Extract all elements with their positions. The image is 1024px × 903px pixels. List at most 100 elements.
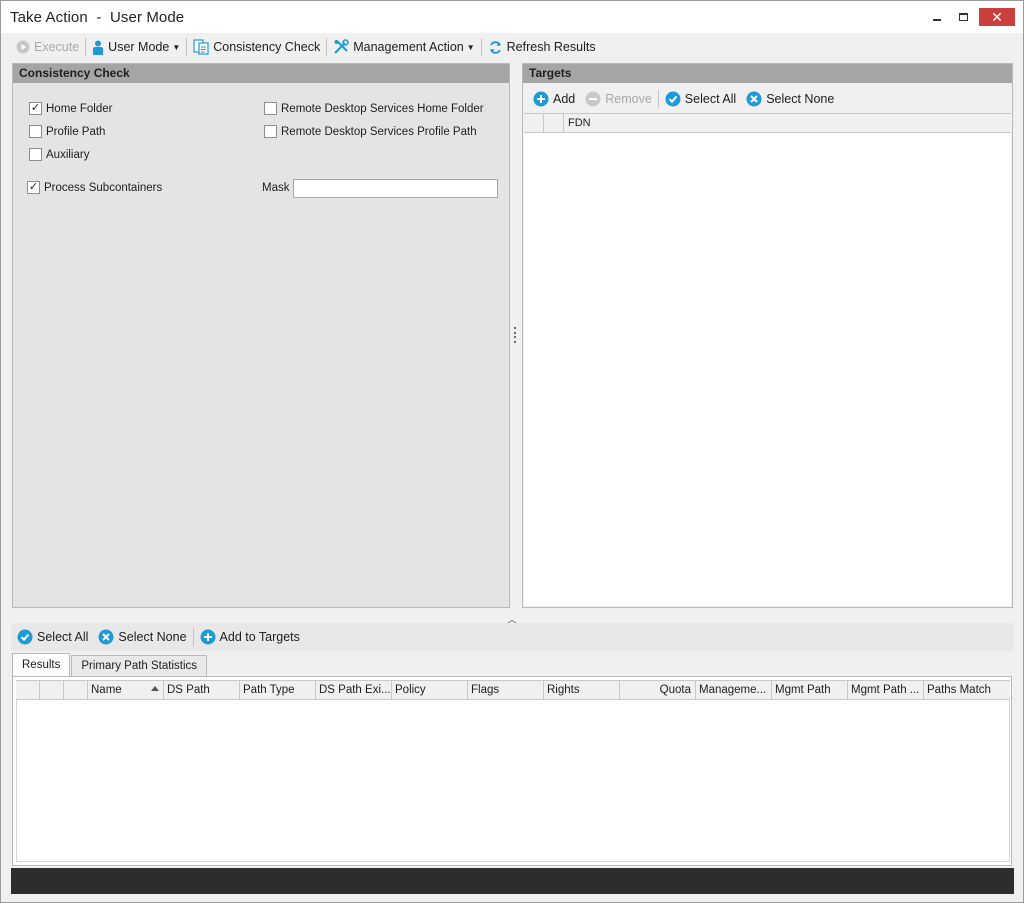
toolbar-separator — [186, 38, 188, 56]
consistency-check-panel: Consistency Check ✓ Home Folder Profile … — [12, 63, 510, 608]
profile-path-option[interactable]: Profile Path — [29, 125, 105, 138]
results-tabs: Results Primary Path Statistics — [12, 653, 208, 677]
mask-label: Mask — [262, 182, 290, 194]
check-circle-icon — [665, 91, 681, 107]
add-target-button[interactable]: Add — [528, 88, 580, 110]
column-header-ds-path[interactable]: DS Path — [164, 681, 240, 699]
toolbar-separator — [192, 628, 194, 646]
management-action-dropdown[interactable]: Management Action ▼ — [328, 36, 479, 58]
select-none-label: Select None — [118, 630, 187, 644]
toolbar-separator — [326, 38, 328, 56]
play-icon — [16, 40, 30, 54]
results-grid: Name DS Path Path Type DS Path Exi... Po… — [12, 676, 1012, 866]
window-title: Take Action - User Mode — [10, 9, 185, 26]
auxiliary-option[interactable]: Auxiliary — [29, 148, 89, 161]
column-header-quota[interactable]: Quota — [620, 681, 696, 699]
minimize-icon — [933, 19, 941, 21]
results-grid-body[interactable] — [16, 700, 1010, 862]
auxiliary-label: Auxiliary — [46, 148, 90, 161]
tab-results[interactable]: Results — [12, 653, 71, 677]
name-header-label: Name — [91, 684, 122, 696]
process-subcontainers-checkbox[interactable]: ✓ — [27, 181, 40, 194]
chevron-down-icon: ▼ — [466, 42, 475, 52]
status-bar — [11, 868, 1014, 894]
add-to-targets-button[interactable]: Add to Targets — [195, 626, 305, 648]
targets-header: Targets — [523, 64, 1012, 83]
user-mode-dropdown[interactable]: User Mode ▼ — [87, 36, 185, 58]
consistency-check-label: Consistency Check — [213, 40, 321, 54]
targets-select-all-button[interactable]: Select All — [660, 88, 741, 110]
status-column[interactable] — [64, 681, 88, 699]
refresh-results-button[interactable]: Refresh Results — [483, 36, 601, 58]
maximize-button[interactable] — [953, 7, 973, 27]
profile-path-label: Profile Path — [46, 125, 106, 138]
management-action-label: Management Action — [353, 40, 464, 54]
targets-select-none-button[interactable]: Select None — [741, 88, 839, 110]
add-icon — [200, 629, 216, 645]
maximize-icon — [958, 13, 968, 21]
mask-input[interactable] — [293, 179, 498, 198]
column-header-policy[interactable]: Policy — [392, 681, 468, 699]
consistency-check-button[interactable]: Consistency Check — [188, 36, 325, 58]
fdn-column-header[interactable]: FDN — [564, 114, 1011, 132]
main-toolbar: Execute User Mode ▼ Consistency Check Ma… — [11, 35, 601, 59]
remove-icon — [585, 91, 601, 107]
title-bar: Take Action - User Mode ✕ — [1, 1, 1023, 33]
results-select-all-button[interactable]: Select All — [12, 626, 93, 648]
select-none-label: Select None — [766, 92, 835, 106]
sort-ascending-icon — [151, 686, 159, 691]
home-folder-checkbox[interactable]: ✓ — [29, 102, 42, 115]
consistency-check-icon — [193, 39, 209, 55]
process-subcontainers-option[interactable]: ✓ Process Subcontainers — [27, 181, 162, 194]
vertical-splitter-handle[interactable] — [513, 327, 517, 343]
results-select-none-button[interactable]: Select None — [93, 626, 191, 648]
remove-target-button[interactable]: Remove — [580, 88, 657, 110]
column-header-name[interactable]: Name — [88, 681, 164, 699]
add-label: Add — [553, 92, 576, 106]
close-icon: ✕ — [991, 8, 1003, 25]
rds-profile-path-label: Remote Desktop Services Profile Path — [281, 125, 477, 138]
results-grid-header: Name DS Path Path Type DS Path Exi... Po… — [16, 680, 1010, 700]
column-header-paths-match[interactable]: Paths Match — [924, 681, 1010, 699]
consistency-check-header: Consistency Check — [13, 64, 509, 83]
toolbar-separator — [657, 90, 659, 108]
row-indicator-column[interactable] — [16, 681, 40, 699]
execute-label: Execute — [34, 40, 80, 54]
column-header-management[interactable]: Manageme... — [696, 681, 772, 699]
close-button[interactable]: ✕ — [979, 8, 1015, 26]
rds-profile-path-checkbox[interactable] — [264, 125, 277, 138]
user-mode-label: User Mode — [108, 40, 170, 54]
column-header-ds-path-exists[interactable]: DS Path Exi... — [316, 681, 392, 699]
rds-home-folder-checkbox[interactable] — [264, 102, 277, 115]
process-subcontainers-label: Process Subcontainers — [44, 181, 163, 194]
add-to-targets-label: Add to Targets — [219, 630, 300, 644]
column-header-path-type[interactable]: Path Type — [240, 681, 316, 699]
execute-button[interactable]: Execute — [11, 36, 84, 58]
minimize-button[interactable] — [927, 7, 947, 27]
x-circle-icon — [746, 91, 762, 107]
rds-home-folder-option[interactable]: Remote Desktop Services Home Folder — [264, 102, 484, 115]
auxiliary-checkbox[interactable] — [29, 148, 42, 161]
column-header-mgmt-path-exists[interactable]: Mgmt Path ... — [848, 681, 924, 699]
column-header-mgmt-path[interactable]: Mgmt Path — [772, 681, 848, 699]
add-icon — [533, 91, 549, 107]
tab-primary-path-statistics[interactable]: Primary Path Statistics — [71, 655, 208, 677]
rds-home-folder-label: Remote Desktop Services Home Folder — [281, 102, 484, 115]
select-all-label: Select All — [684, 92, 737, 106]
targets-grid-body[interactable] — [524, 133, 1011, 606]
toolbar-separator — [85, 38, 87, 56]
select-column[interactable] — [40, 681, 64, 699]
home-folder-option[interactable]: ✓ Home Folder — [29, 102, 112, 115]
column-header-flags[interactable]: Flags — [468, 681, 544, 699]
select-all-label: Select All — [37, 630, 89, 644]
profile-path-checkbox[interactable] — [29, 125, 42, 138]
app-window: Take Action - User Mode ✕ Execute User M… — [0, 0, 1024, 903]
row-indicator-column[interactable] — [524, 114, 544, 132]
targets-panel: Targets Add Remove Select All Select Non… — [522, 63, 1013, 608]
check-circle-icon — [17, 629, 33, 645]
rds-profile-path-option[interactable]: Remote Desktop Services Profile Path — [264, 125, 477, 138]
select-column[interactable] — [544, 114, 564, 132]
column-header-rights[interactable]: Rights — [544, 681, 620, 699]
results-toolbar: Select All Select None Add to Targets — [12, 625, 305, 649]
home-folder-label: Home Folder — [46, 102, 113, 115]
